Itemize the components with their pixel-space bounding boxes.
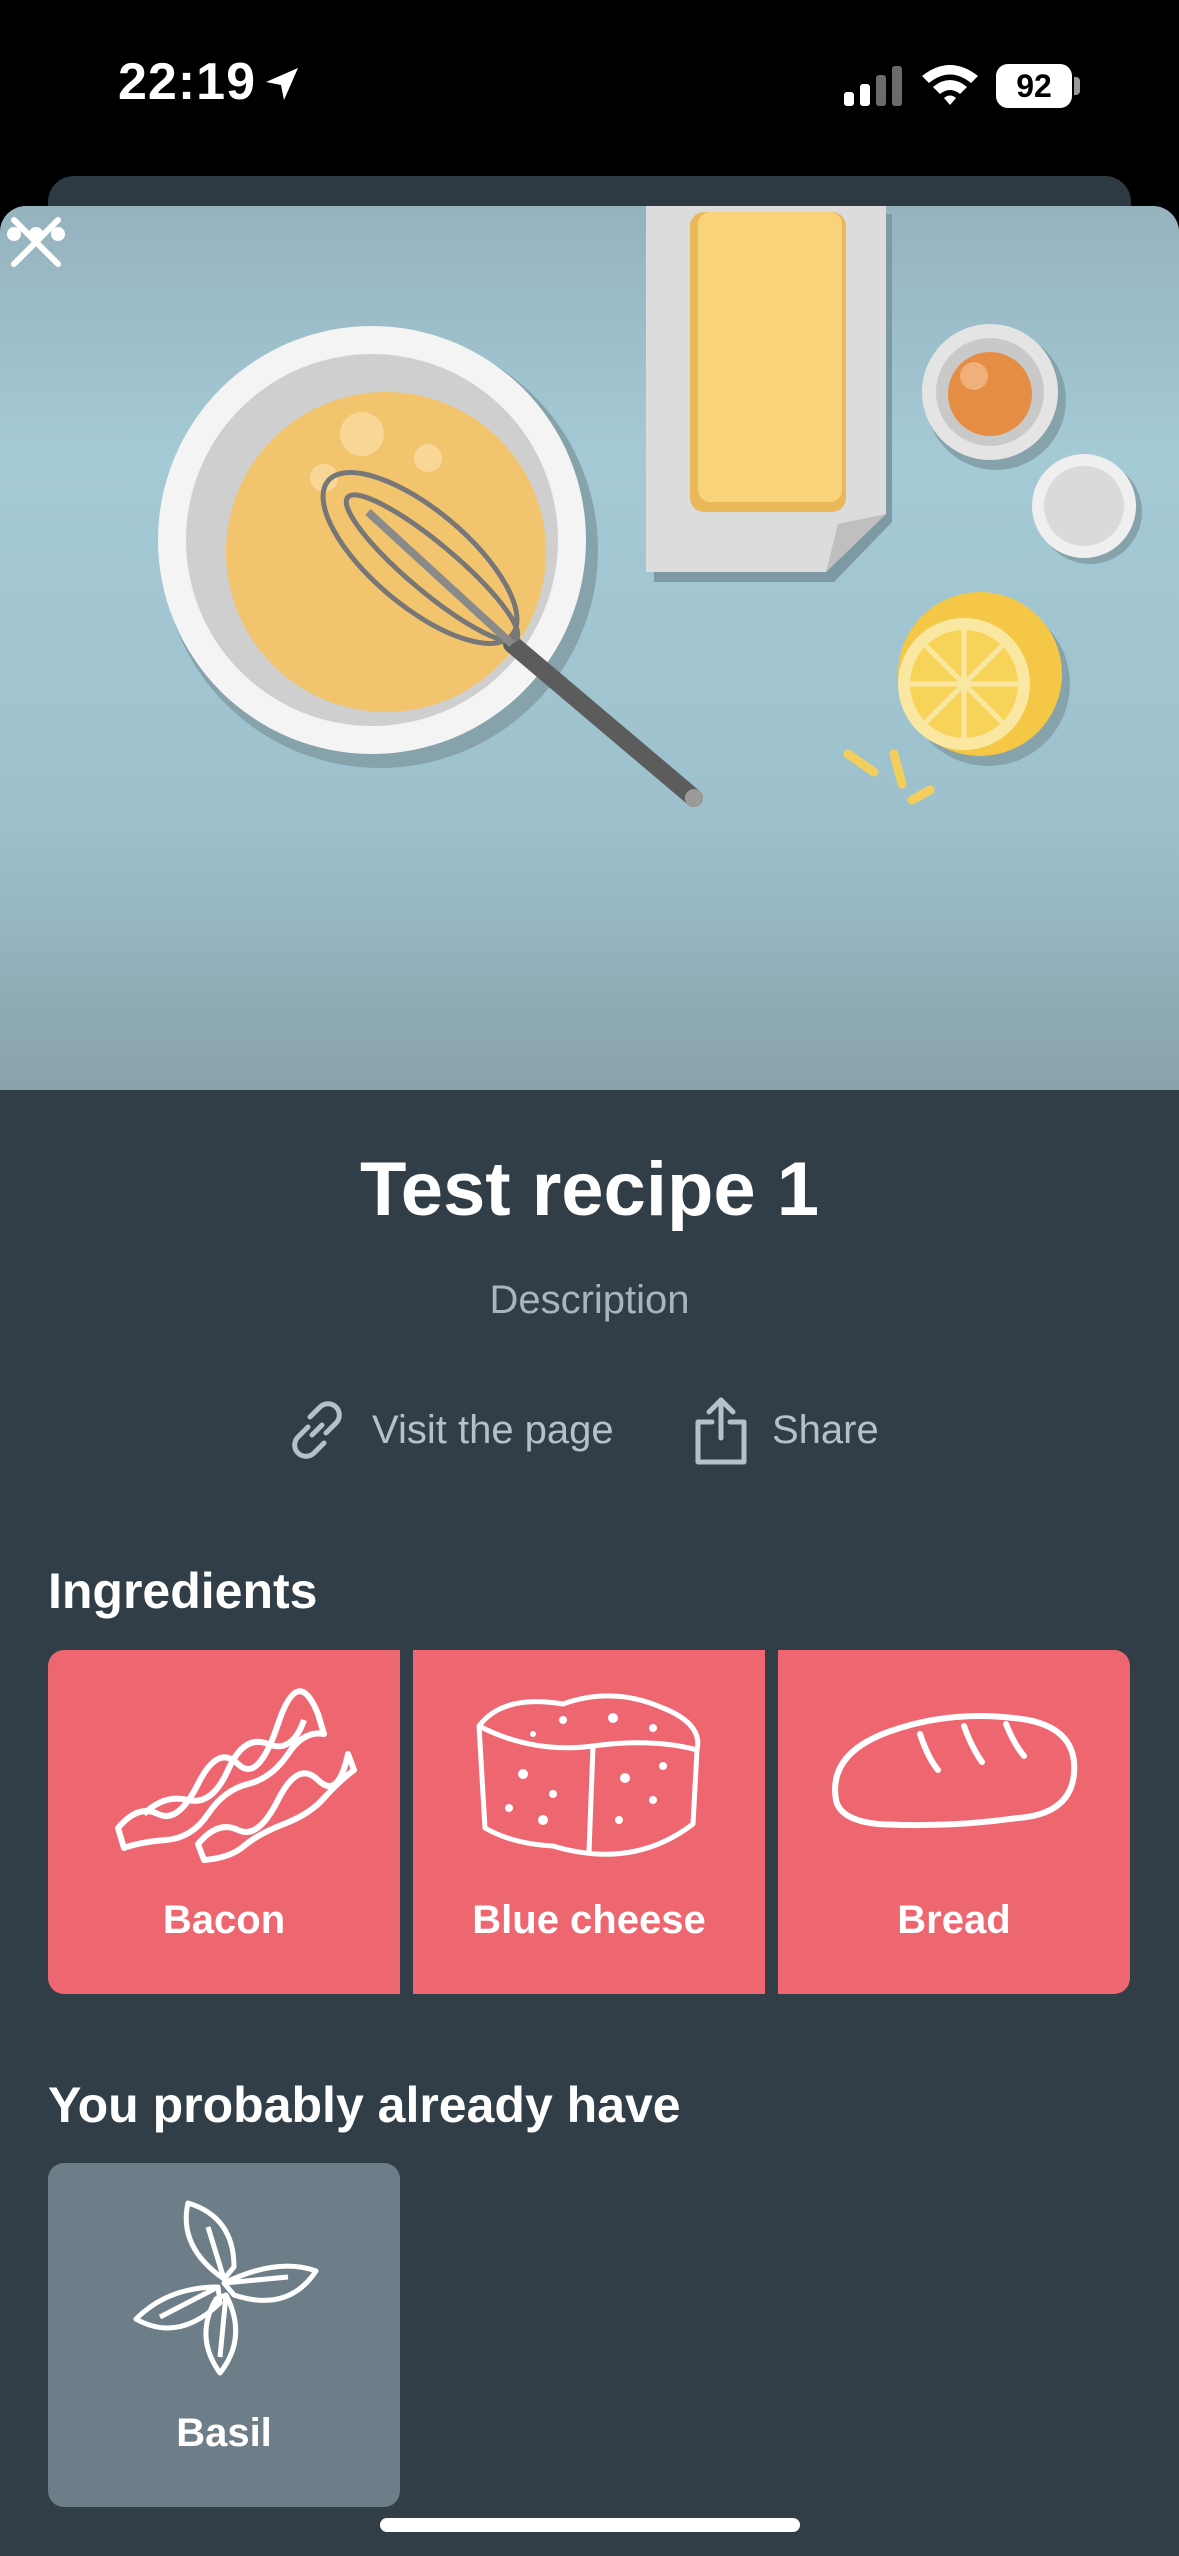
lemon-icon xyxy=(898,592,1070,766)
ingredient-tile-bacon[interactable]: Bacon xyxy=(48,1650,400,1994)
ingredients-heading: Ingredients xyxy=(48,1563,318,1619)
status-bar: 22:19 92 xyxy=(0,0,1179,160)
ingredient-label: Bacon xyxy=(162,1898,286,1942)
recipe-description: Description xyxy=(489,1278,690,1322)
zest-icon xyxy=(843,749,935,805)
pantry-label: Basil xyxy=(176,2411,272,2455)
pantry-tile-basil[interactable]: Basil xyxy=(48,2163,400,2507)
more-options-button[interactable] xyxy=(0,206,72,262)
share-button[interactable]: Share xyxy=(692,1390,879,1470)
home-indicator xyxy=(380,2518,800,2532)
basil-icon xyxy=(133,2200,319,2376)
bacon-icon xyxy=(115,1688,357,1863)
visit-page-link[interactable]: Visit the page xyxy=(284,1390,614,1470)
pantry-heading: You probably already have xyxy=(48,2077,681,2133)
share-icon xyxy=(695,1397,747,1465)
share-label: Share xyxy=(772,1407,879,1452)
ingredient-tile-bread[interactable]: Bread xyxy=(778,1650,1130,1994)
ingredient-tile-blue-cheese[interactable]: Blue cheese xyxy=(413,1650,765,1994)
link-icon xyxy=(292,1401,342,1459)
battery-nub xyxy=(1074,77,1080,95)
ingredient-label: Blue cheese xyxy=(472,1898,706,1942)
visit-page-label: Visit the page xyxy=(372,1407,614,1452)
cooking-illustration xyxy=(158,206,1142,807)
bread-icon xyxy=(832,1713,1078,1829)
yolk-bowl-icon xyxy=(922,324,1066,470)
recipe-sheet: Test recipe 1 Description Visit the page… xyxy=(0,206,1179,2556)
status-time: 22:19 xyxy=(118,53,256,111)
location-arrow-icon xyxy=(266,68,298,100)
recipe-hero-image xyxy=(0,206,1179,1090)
ingredient-label: Bread xyxy=(897,1898,1011,1942)
battery-indicator: 92 xyxy=(996,64,1072,108)
butter-icon xyxy=(646,206,892,582)
cheese-icon xyxy=(476,1693,701,1857)
cellular-signal-icon xyxy=(844,66,902,106)
wifi-icon xyxy=(922,65,978,105)
small-bowl-icon xyxy=(1032,454,1142,564)
recipe-title: Test recipe 1 xyxy=(359,1147,820,1232)
